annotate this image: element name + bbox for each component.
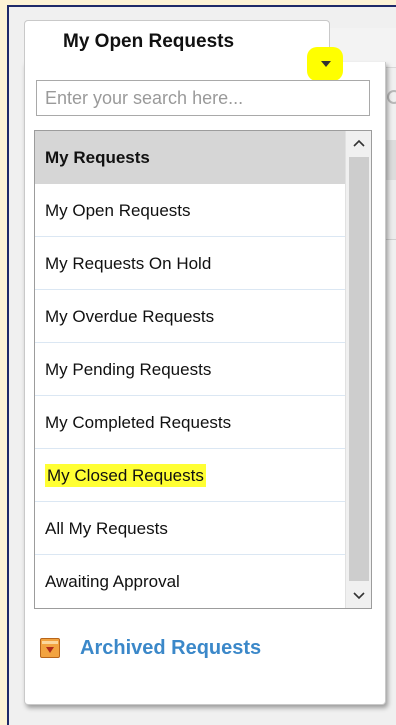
request-view-dropdown[interactable]: My Open Requests [24, 20, 343, 81]
list-header-my-requests: My Requests [35, 131, 346, 184]
archive-box-icon [40, 638, 60, 658]
list-item-label-highlighted: My Closed Requests [45, 464, 206, 487]
dropdown-selected-label: My Open Requests [63, 31, 235, 52]
chevron-up-icon[interactable] [346, 131, 371, 155]
background-content-row [386, 180, 396, 240]
list-item-label: My Pending Requests [45, 360, 212, 379]
list-item-my-completed-requests[interactable]: My Completed Requests [35, 396, 346, 449]
list-item-label: My Open Requests [45, 201, 191, 220]
search-input[interactable] [36, 80, 370, 116]
list-item-my-open-requests[interactable]: My Open Requests [35, 184, 346, 237]
archived-requests-label: Archived Requests [80, 636, 262, 659]
background-refresh-icon [387, 90, 396, 104]
list-item-my-closed-requests[interactable]: My Closed Requests [35, 449, 346, 502]
request-view-list: My Requests My Open Requests My Requests… [34, 130, 372, 609]
scrollbar-thumb[interactable] [349, 157, 369, 581]
list-item-my-pending-requests[interactable]: My Pending Requests [35, 343, 346, 396]
list-item-label: Awaiting Approval [45, 572, 180, 591]
chevron-down-icon[interactable] [346, 584, 371, 608]
list-item-label: My Completed Requests [45, 413, 232, 432]
list-scrollbar[interactable] [345, 131, 371, 608]
list-item-label: My Requests On Hold [45, 254, 212, 273]
list-item-my-requests-on-hold[interactable]: My Requests On Hold [35, 237, 346, 290]
archived-requests-link[interactable]: Archived Requests [40, 634, 261, 662]
list-item-awaiting-approval[interactable]: Awaiting Approval [35, 555, 346, 608]
background-header-row [386, 140, 396, 180]
list-item-all-my-requests[interactable]: All My Requests [35, 502, 346, 555]
list-item-label: All My Requests [45, 519, 168, 538]
list-item-label: My Overdue Requests [45, 307, 215, 326]
list-item-my-overdue-requests[interactable]: My Overdue Requests [35, 290, 346, 343]
caret-down-icon[interactable] [321, 61, 331, 67]
